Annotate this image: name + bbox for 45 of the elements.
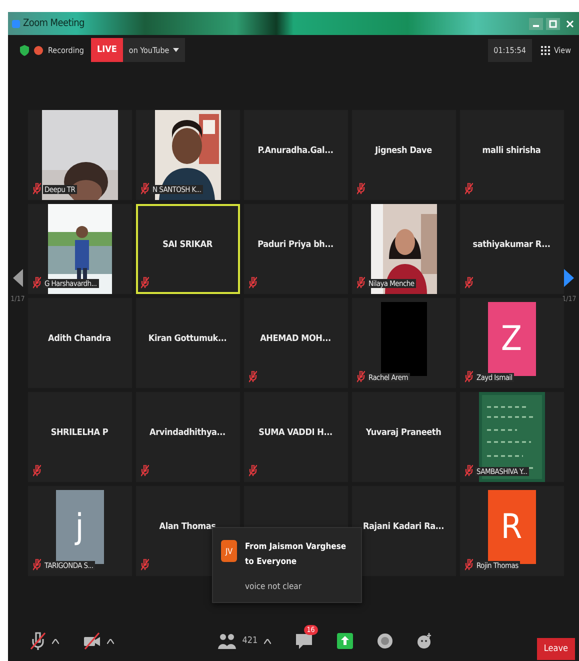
caret-icon[interactable]: [264, 638, 271, 644]
participant-name: Arvindadhithya...: [150, 428, 226, 438]
participant-name: sathiyakumar R...: [472, 240, 550, 250]
participant-name: AHEMAD MOH...: [260, 334, 331, 344]
participant-name: SHRILELHA P: [50, 428, 108, 438]
caret-icon[interactable]: [52, 638, 59, 644]
participant-name: malli shirisha: [482, 146, 541, 156]
participant-name: Rajani Kadari Ra...: [363, 522, 444, 532]
meeting-timer: 01:15:54: [488, 38, 532, 62]
participant-name: P.Anuradha.Gal...: [258, 146, 334, 156]
participant-name: Paduri Priya bh...: [258, 240, 334, 250]
window-title: Zoom Meeting: [23, 18, 84, 29]
minimize-button[interactable]: [529, 18, 543, 30]
grid-icon: [540, 46, 550, 54]
muted-camera-icon[interactable]: [83, 632, 101, 650]
previous-page-arrow[interactable]: [12, 268, 23, 286]
recording-label: Recording: [48, 46, 84, 54]
participant-name: SUMA VADDI H...: [258, 428, 332, 438]
muted-mic-icon[interactable]: [30, 632, 46, 650]
maximize-button[interactable]: [546, 18, 560, 30]
share-screen-icon[interactable]: [336, 633, 353, 649]
sender-line: From Jaismon Varghese to Everyone: [245, 541, 348, 569]
caret-icon: [173, 48, 180, 52]
view-button[interactable]: View: [540, 46, 571, 54]
record-icon: [34, 46, 43, 54]
record-icon[interactable]: [376, 633, 393, 649]
participant-name: Adith Chandra: [48, 334, 111, 344]
live-badge: LIVE: [90, 38, 123, 62]
next-page-arrow[interactable]: [564, 268, 574, 286]
participants-icon[interactable]: [218, 633, 236, 649]
app-icon: [12, 20, 20, 28]
live-stream-button[interactable]: on YouTube: [122, 38, 186, 62]
participant-count: 421: [242, 636, 258, 646]
reactions-icon[interactable]: [416, 633, 433, 649]
participant-name: Yuvaraj Praneeth: [366, 428, 442, 438]
sender-avatar: JV: [221, 540, 237, 562]
shield-icon: [20, 44, 29, 56]
participant-name: SAI SRIKAR: [162, 240, 212, 250]
leave-button[interactable]: Leave: [536, 638, 575, 660]
participant-name: Jignesh Dave: [375, 146, 432, 156]
chat-icon[interactable]: [294, 632, 313, 650]
chat-message: voice not clear: [244, 582, 302, 592]
participant-name: Kiran Gottumuk...: [148, 334, 227, 344]
caret-icon[interactable]: [107, 638, 114, 644]
participant-name: Alan Thomas: [159, 522, 216, 532]
